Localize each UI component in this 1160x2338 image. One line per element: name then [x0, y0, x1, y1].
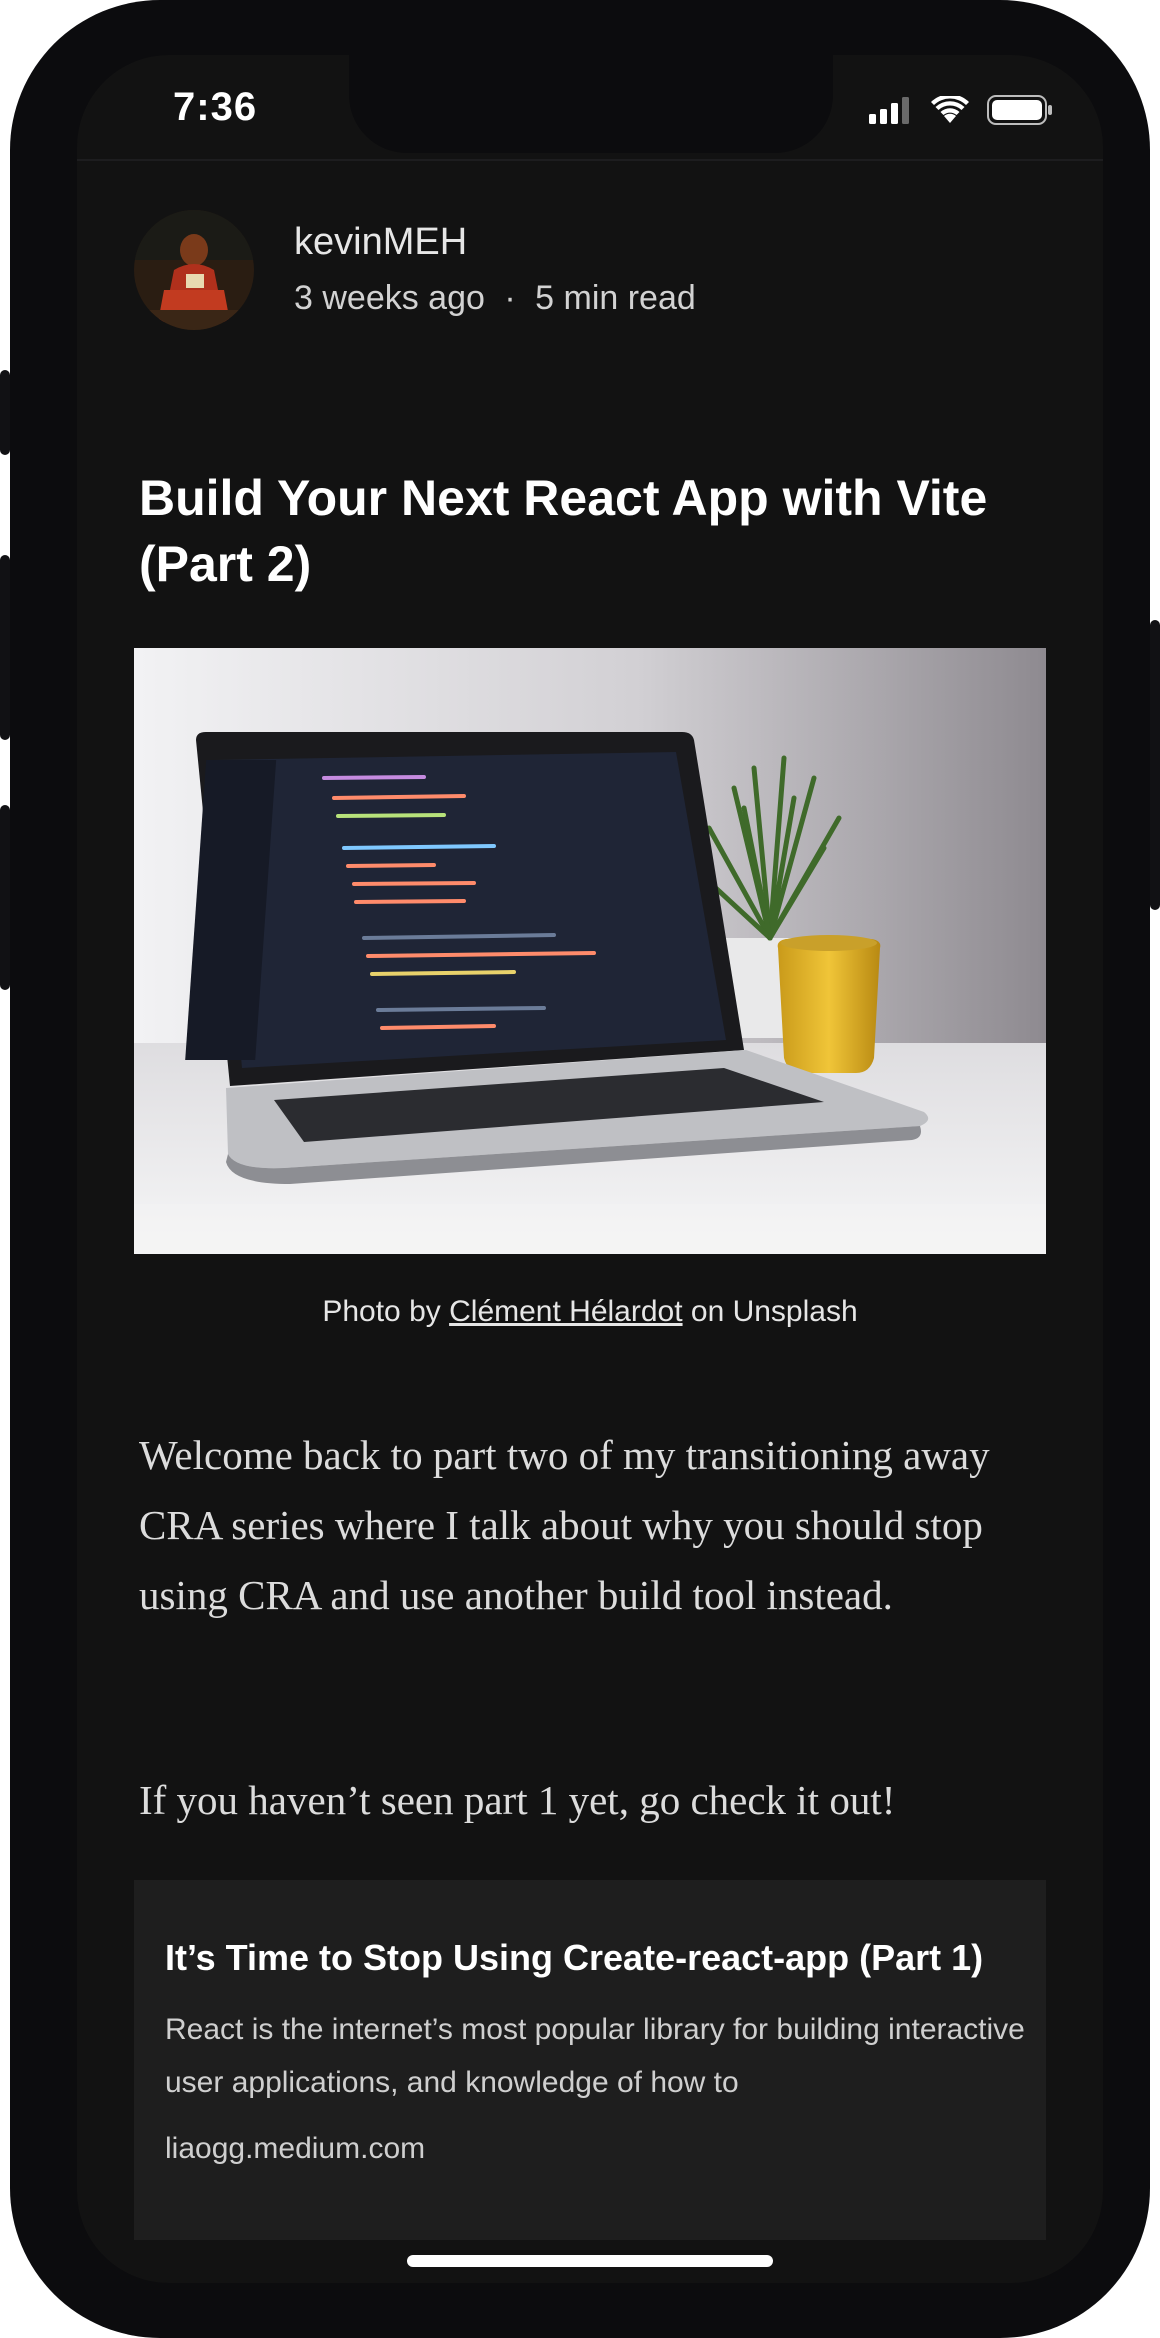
image-caption: Photo by Clément Hélardot on Unsplash: [77, 1295, 1103, 1329]
volume-down-button: [0, 805, 10, 990]
signal-icon: [869, 97, 909, 124]
avatar[interactable]: [134, 210, 254, 330]
read-time: 5 min read: [535, 279, 696, 317]
post-time-ago: 3 weeks ago: [294, 279, 485, 317]
hero-image[interactable]: [134, 648, 1046, 1254]
post-meta: 3 weeks ago · 5 min read: [294, 273, 696, 323]
volume-up-button: [0, 555, 10, 740]
phone-frame: 7:36 kevinMEH 3 weeks ago · 5 min read B…: [0, 0, 1160, 2338]
article-title: Build Your Next React App with Vite (Par…: [139, 470, 988, 592]
laptop-photo: [134, 648, 1046, 1254]
status-divider: [77, 159, 1103, 161]
article-paragraph-1: Welcome back to part two of my transitio…: [139, 1432, 990, 1618]
link-card-domain: liaogg.medium.com: [165, 2132, 426, 2165]
power-button: [1150, 620, 1160, 910]
caption-prefix: Photo by: [322, 1295, 450, 1328]
status-icons: [869, 95, 1053, 125]
battery-icon: [987, 95, 1052, 125]
photographer-link[interactable]: Clément Hélardot: [449, 1295, 682, 1328]
author-meta: kevinMEH 3 weeks ago · 5 min read: [294, 217, 696, 323]
mute-switch: [0, 370, 10, 455]
home-indicator[interactable]: [407, 2255, 773, 2267]
author-row[interactable]: kevinMEH 3 weeks ago · 5 min read: [134, 210, 696, 330]
status-time: 7:36: [173, 85, 258, 129]
screen: 7:36 kevinMEH 3 weeks ago · 5 min read B…: [77, 55, 1103, 2283]
notch: [349, 55, 833, 153]
link-card-description: React is the internet’s most popular lib…: [165, 2013, 1025, 2099]
author-name[interactable]: kevinMEH: [294, 217, 696, 267]
meta-separator: ·: [504, 279, 516, 317]
wifi-icon: [931, 96, 969, 123]
article-paragraph-2: If you haven’t seen part 1 yet, go check…: [139, 1777, 896, 1823]
link-preview-card[interactable]: It’s Time to Stop Using Create-react-app…: [134, 1880, 1046, 2240]
link-card-title: It’s Time to Stop Using Create-react-app…: [165, 1937, 984, 1978]
caption-suffix: on Unsplash: [682, 1295, 858, 1328]
